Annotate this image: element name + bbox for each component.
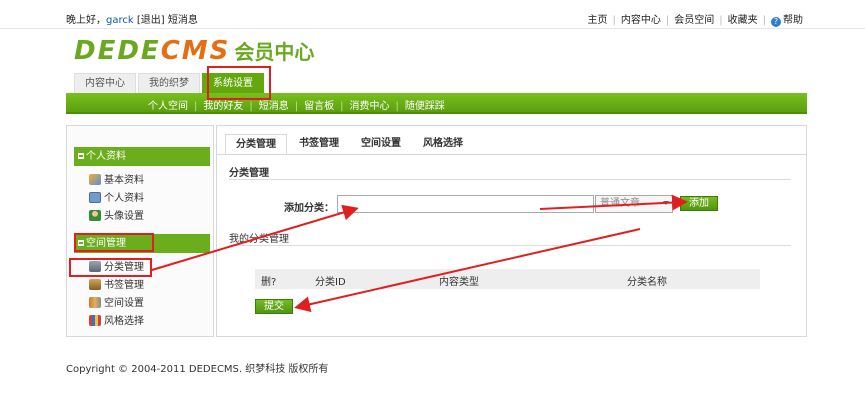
annotation-arrows [151,194,688,313]
annotation-arrow-to-submit [294,228,641,313]
page: { "top": { "greeting": "晚上好，", "username… [0,0,865,414]
annotation-arrow-to-input [151,204,359,271]
annotation-arrow-to-add [539,194,688,211]
